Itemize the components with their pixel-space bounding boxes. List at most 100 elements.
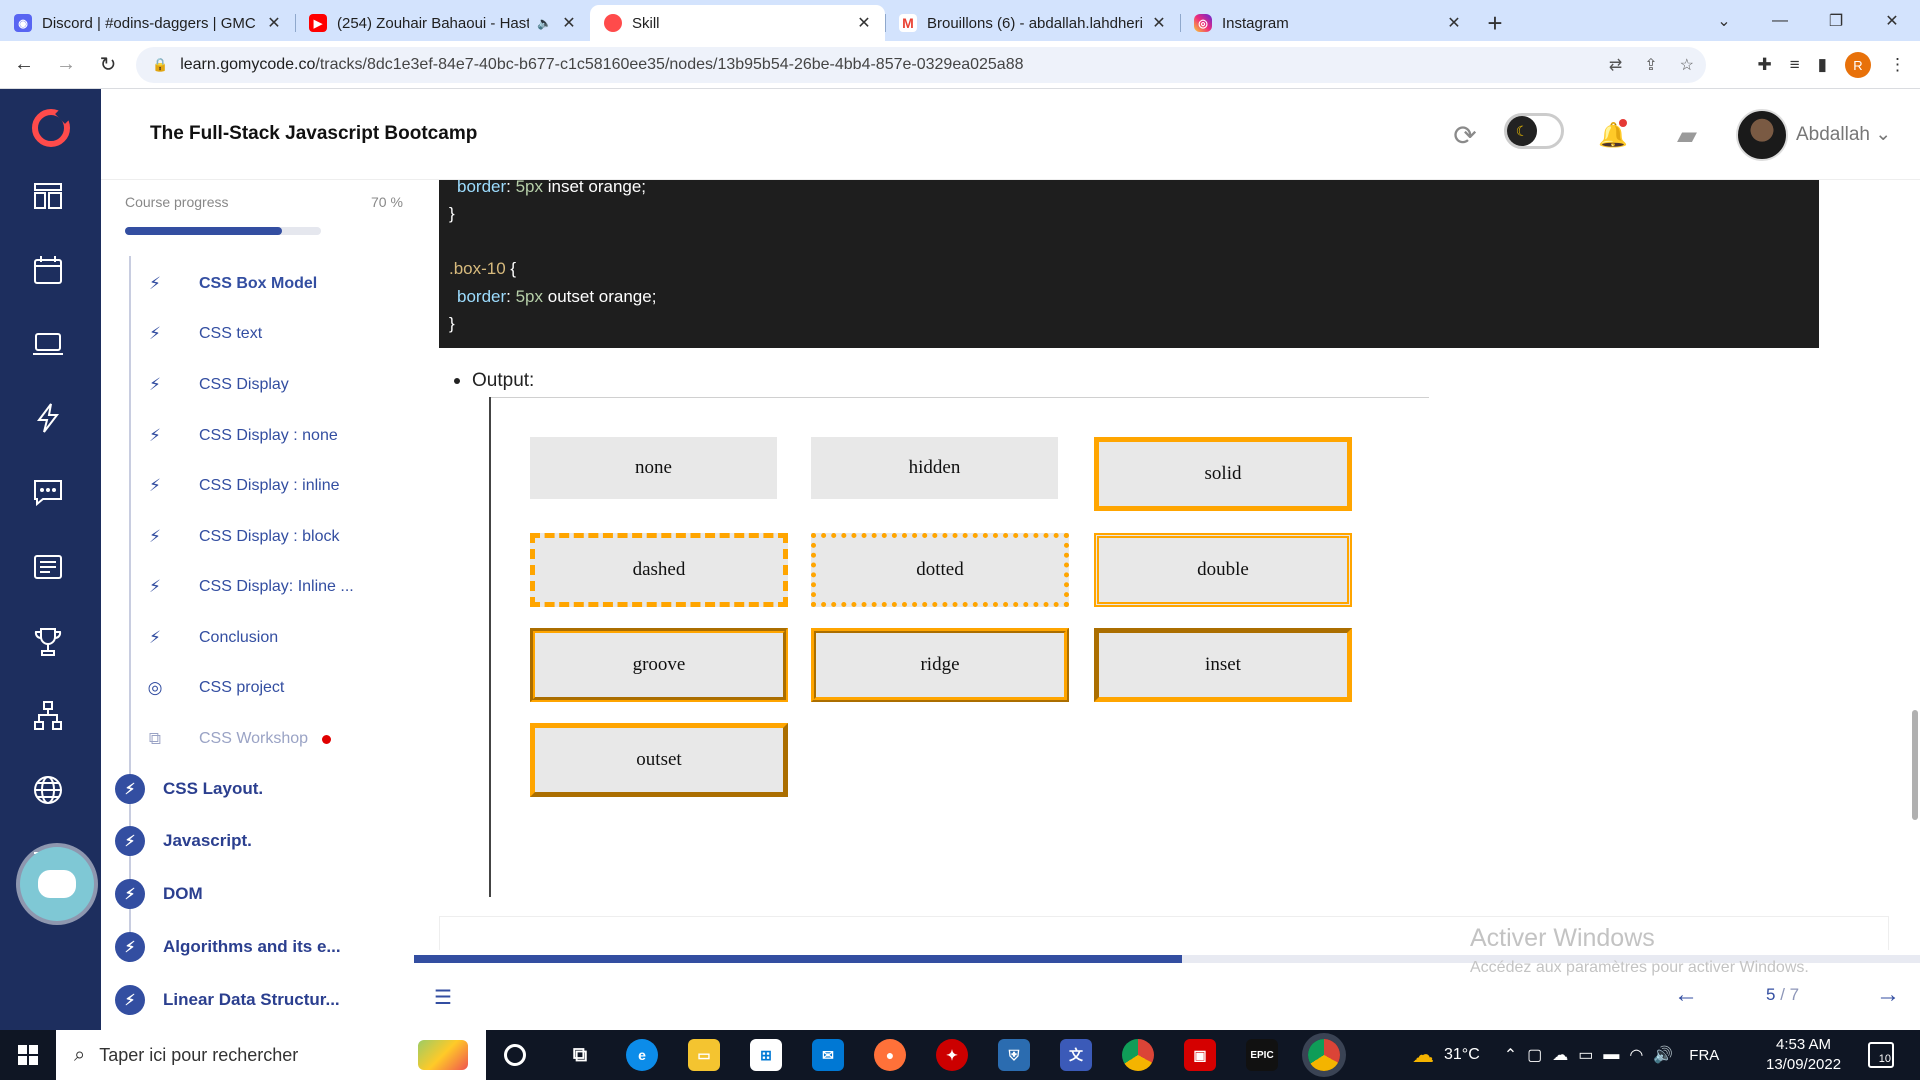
speaker-icon[interactable]: 🔈	[537, 16, 552, 30]
close-window-icon[interactable]: ✕	[1864, 0, 1920, 41]
next-arrow-icon[interactable]: →	[1876, 981, 1900, 1009]
chapter-item[interactable]: ⚡︎ Algorithms and its e...	[115, 931, 341, 963]
shield-icon[interactable]: ⛨	[998, 1039, 1030, 1071]
close-icon[interactable]: ✕	[855, 13, 873, 33]
store-icon[interactable]: ⊞	[750, 1039, 782, 1071]
tab-search-icon[interactable]: ⌄	[1696, 0, 1752, 41]
volume-icon[interactable]: 🔊	[1653, 1045, 1673, 1065]
trophy-icon[interactable]	[28, 622, 68, 662]
epic-games-icon[interactable]: EPIC	[1246, 1039, 1278, 1071]
chapter-item[interactable]: ⚡︎ Javascript.	[115, 825, 252, 857]
lesson-item[interactable]: ◎ CSS project	[145, 676, 285, 700]
tab-instagram[interactable]: ◎ Instagram ✕	[1180, 5, 1475, 41]
support-chat-button[interactable]	[20, 847, 94, 921]
bolt-nav-icon[interactable]	[28, 398, 68, 438]
restore-icon[interactable]: ❐	[1808, 0, 1864, 41]
gomycode-icon	[604, 14, 622, 32]
chapter-item[interactable]: ⚡︎ Linear Data Structur...	[115, 984, 340, 1016]
tab-discord[interactable]: ◉ Discord | #odins-daggers | GMC ✕	[0, 5, 295, 41]
minimize-icon[interactable]: —	[1752, 0, 1808, 41]
edge-icon[interactable]: e	[626, 1039, 658, 1071]
list-icon[interactable]: ☰	[434, 985, 452, 1010]
dashboard-icon[interactable]	[28, 176, 68, 216]
address-bar[interactable]: 🔒 learn.gomycode.co/tracks/8dc1e3ef-84e7…	[136, 47, 1706, 83]
system-clock[interactable]: 4:53 AM 13/09/2022	[1766, 1035, 1841, 1075]
game-app-icon[interactable]: ✦	[936, 1039, 968, 1071]
back-icon[interactable]: ←	[6, 47, 42, 83]
chapter-label: CSS Layout.	[163, 779, 264, 798]
article-icon[interactable]	[28, 547, 68, 587]
tab-youtube[interactable]: ▶ (254) Zouhair Bahaoui - Hast 🔈 ✕	[295, 5, 590, 41]
chapter-item[interactable]: ⚡︎ CSS Layout.	[115, 773, 263, 805]
lesson-item[interactable]: ⚡︎ CSS Box Model	[145, 272, 317, 296]
close-icon[interactable]: ✕	[265, 13, 283, 33]
page-scrollbar[interactable]	[1912, 710, 1918, 820]
globe-icon[interactable]	[28, 770, 68, 810]
battery-icon[interactable]: ▬	[1603, 1046, 1619, 1064]
dark-mode-toggle[interactable]: ☾	[1504, 113, 1564, 149]
onedrive-icon[interactable]: ☁	[1552, 1045, 1568, 1065]
system-tray: ☁ 31°C ⌃ ▢ ☁ ▭ ▬ ◠ 🔊 FRA	[1412, 1030, 1719, 1080]
windows-start-icon[interactable]	[0, 1030, 56, 1080]
lesson-item[interactable]: ⧉ CSS Workshop	[145, 727, 332, 751]
wifi-icon[interactable]: ◠	[1629, 1045, 1643, 1065]
laptop-icon[interactable]	[28, 324, 68, 364]
new-tab-button[interactable]: +	[1475, 5, 1515, 41]
extensions-icon[interactable]: ✚	[1757, 55, 1771, 75]
user-menu[interactable]: Abdallah ⌄	[1796, 123, 1891, 146]
reload-icon[interactable]: ↻	[90, 47, 126, 83]
calendar-icon[interactable]	[28, 250, 68, 290]
chrome-profile-icon[interactable]	[1308, 1039, 1340, 1071]
chrome-icon[interactable]	[1122, 1039, 1154, 1071]
bolt-icon: ⚡︎	[149, 476, 161, 495]
messages-icon[interactable]: ▰	[1667, 115, 1707, 155]
cortana-icon[interactable]	[504, 1044, 526, 1066]
watermark-title: Activer Windows	[1470, 924, 1655, 952]
lesson-item[interactable]: ⚡︎ CSS Display: Inline ...	[145, 575, 354, 599]
close-icon[interactable]: ✕	[560, 13, 578, 33]
gomycode-logo[interactable]	[32, 109, 70, 147]
lock-icon[interactable]: 🔒	[152, 57, 168, 73]
bookmark-star-icon[interactable]: ☆	[1680, 55, 1694, 75]
tab-skill[interactable]: Skill ✕	[590, 5, 885, 41]
lesson-item[interactable]: ⚡︎ CSS Display : inline	[145, 474, 339, 498]
lesson-item[interactable]: ⚡︎ CSS Display : block	[145, 525, 339, 549]
taskbar-search[interactable]: ⌕ Taper ici pour rechercher	[56, 1030, 486, 1080]
display-icon[interactable]: ▭	[1578, 1045, 1593, 1065]
bell-icon[interactable]: 🔔	[1593, 115, 1633, 155]
file-explorer-icon[interactable]: ▭	[688, 1039, 720, 1071]
media-queue-icon[interactable]: ≡	[1790, 55, 1800, 75]
close-icon[interactable]: ✕	[1445, 13, 1463, 33]
lesson-item[interactable]: ⚡︎ CSS Display : none	[145, 424, 338, 448]
share-icon[interactable]: ⇪	[1644, 55, 1657, 75]
menu-kebab-icon[interactable]: ⋮	[1889, 55, 1906, 75]
sync-icon[interactable]: ⟳	[1445, 115, 1485, 155]
profile-avatar[interactable]: R	[1845, 52, 1871, 78]
prev-arrow-icon[interactable]: ←	[1674, 981, 1698, 1009]
language[interactable]: FRA	[1689, 1047, 1719, 1064]
close-icon[interactable]: ✕	[1150, 13, 1168, 33]
forward-icon[interactable]: →	[48, 47, 84, 83]
weather-icon[interactable]: ☁	[1412, 1042, 1434, 1068]
notification-center-icon[interactable]: 10	[1868, 1042, 1894, 1068]
app-red-icon[interactable]: ▣	[1184, 1039, 1216, 1071]
lesson-item[interactable]: ⚡︎ Conclusion	[145, 626, 278, 650]
chat-icon[interactable]	[28, 472, 68, 512]
chapter-label: DOM	[163, 884, 203, 903]
chevron-up-icon[interactable]: ⌃	[1504, 1045, 1517, 1065]
mail-icon[interactable]: ✉	[812, 1039, 844, 1071]
side-panel-icon[interactable]: ▮	[1818, 55, 1827, 75]
tray-app-icon[interactable]: ▢	[1527, 1045, 1542, 1065]
task-view-icon[interactable]: ⧉	[564, 1039, 596, 1071]
translator-icon[interactable]: 文	[1060, 1039, 1092, 1071]
sitemap-icon[interactable]	[28, 696, 68, 736]
firefox-icon[interactable]: ●	[874, 1039, 906, 1071]
search-icon: ⌕	[74, 1043, 86, 1066]
user-avatar[interactable]	[1736, 109, 1788, 161]
translate-icon[interactable]: ⇄	[1609, 55, 1622, 75]
tab-gmail[interactable]: M Brouillons (6) - abdallah.lahdheri ✕	[885, 5, 1180, 41]
demo-box-groove: groove	[530, 628, 788, 702]
lesson-item[interactable]: ⚡︎ CSS Display	[145, 373, 289, 397]
lesson-item[interactable]: ⚡︎ CSS text	[145, 322, 262, 346]
chapter-item[interactable]: ⚡︎ DOM	[115, 878, 203, 910]
